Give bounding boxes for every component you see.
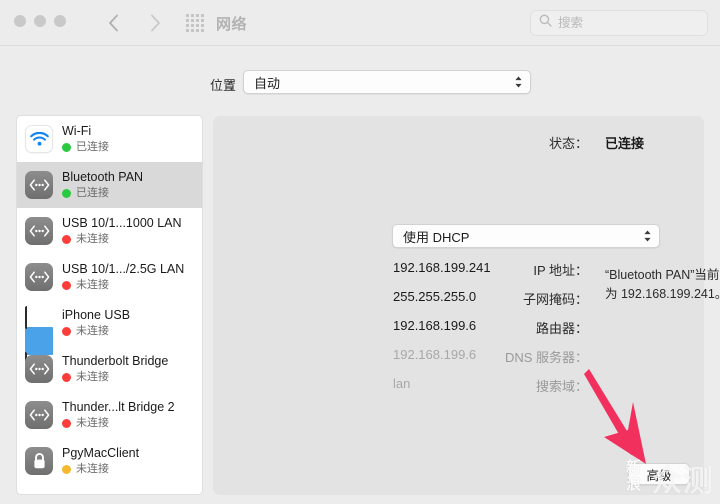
grid-icon-cell: [201, 19, 204, 22]
status-label: 未连接: [76, 325, 109, 337]
status-description: “Bluetooth PAN”当前处于活跃状态，其 IP 地址为 192.168…: [605, 268, 720, 301]
chevron-up-down-icon: [514, 76, 523, 89]
grid-icon-cell: [201, 29, 204, 32]
chevron-left-icon: [108, 14, 119, 32]
grid-icon-cell: [201, 24, 204, 27]
status-badge: 未连接: [62, 370, 168, 384]
sidebar-item-iphone-usb[interactable]: iPhone USB 未连接: [17, 300, 202, 375]
location-dropdown[interactable]: 自动: [243, 70, 531, 94]
location-row: 位置 ： 自动: [0, 70, 720, 98]
window-title: 网络: [216, 16, 248, 33]
status-dot-icon: [62, 280, 71, 290]
lock-icon: [25, 447, 53, 475]
minimize-button[interactable]: [34, 15, 46, 27]
interface-detail-panel: 状态： 已连接 “Bluetooth PAN”当前处于活跃状态，其 IP 地址为…: [213, 116, 720, 495]
grid-icon-cell: [196, 19, 199, 22]
search-field[interactable]: [530, 10, 708, 36]
chevron-right-icon: [150, 14, 161, 32]
grid-icon-cell: [196, 24, 199, 27]
sidebar-item-label: Wi-Fi: [62, 124, 92, 138]
ethernet-icon: [25, 263, 53, 291]
detail-row-label: 搜索域：: [535, 379, 588, 394]
sidebar-item-label: USB 10/1.../2.5G LAN: [62, 262, 185, 276]
status-badge: 已连接: [62, 140, 109, 154]
status-dot-icon: [62, 326, 71, 336]
sidebar-item-label: Bluetooth PAN: [62, 170, 144, 184]
show-all-button[interactable]: [186, 14, 206, 32]
status-badge: 未连接: [62, 278, 184, 292]
status-dot-icon: [62, 418, 71, 428]
detail-row-value: 192.168.199.6: [393, 318, 477, 333]
sidebar-item-label: iPhone USB: [62, 308, 131, 322]
status-badge: 未连接: [62, 416, 175, 430]
grid-icon-cell: [196, 29, 199, 32]
status-badge: 未连接: [62, 324, 130, 338]
grid-icon-cell: [186, 14, 189, 17]
search-input[interactable]: [558, 11, 699, 35]
detail-row-value: 255.255.255.0: [393, 289, 477, 304]
traffic-light-buttons: [14, 15, 66, 27]
status-label: 状态：: [548, 136, 588, 151]
grid-icon-cell: [186, 19, 189, 22]
ipv4-config-dropdown[interactable]: 使用 DHCP: [392, 224, 660, 248]
sidebar-item-wi-fi[interactable]: Wi-Fi 已连接: [17, 116, 202, 162]
detail-row-value: 192.168.199.241: [393, 260, 491, 275]
sidebar-item-label: Thunderbolt Bridge: [62, 354, 169, 368]
status-dot-icon: [62, 142, 71, 152]
status-value: 已连接: [605, 136, 645, 151]
ethernet-icon: [25, 217, 53, 245]
chevron-up-down-icon: [643, 230, 652, 243]
grid-icon-cell: [196, 14, 199, 17]
search-icon: [539, 14, 558, 32]
forward-button[interactable]: [142, 9, 168, 37]
status-badge: 已连接: [62, 186, 143, 200]
grid-icon-cell: [191, 14, 194, 17]
wifi-icon: [25, 125, 53, 153]
sidebar-item-usb-10-1-2-5g-lan[interactable]: USB 10/1.../2.5G LAN 未连接: [17, 254, 202, 300]
sidebar-item-usb-10-1-1000-lan[interactable]: USB 10/1...1000 LAN 未连接: [17, 208, 202, 254]
status-dot-icon: [62, 188, 71, 198]
grid-icon-cell: [186, 24, 189, 27]
status-badge: 未连接: [62, 232, 182, 246]
sidebar-item-bluetooth-pan[interactable]: Bluetooth PAN 已连接: [17, 162, 202, 208]
sidebar-item-label: USB 10/1...1000 LAN: [62, 216, 182, 230]
network-interface-list[interactable]: Wi-Fi 已连接 Bluetooth PAN 已连接 USB 10/1...1000 …: [16, 115, 203, 495]
sidebar-item-thunder-lt-bridge-2[interactable]: Thunder...lt Bridge 2 未连接: [17, 392, 202, 438]
sidebar-item-thunderbolt-bridge[interactable]: Thunderbolt Bridge 未连接: [17, 346, 202, 392]
grid-icon-cell: [186, 29, 189, 32]
ethernet-icon: [25, 355, 53, 383]
location-label-colon: ：: [228, 78, 242, 93]
status-dot-icon: [62, 372, 71, 382]
location-dropdown-value: 自动: [254, 75, 281, 91]
grid-icon-cell: [191, 19, 194, 22]
close-button[interactable]: [14, 15, 26, 27]
window-titlebar: 网络: [0, 0, 720, 46]
iphone-icon: [25, 306, 53, 375]
grid-icon-cell: [201, 14, 204, 17]
sidebar-item-label: PgyMacClient: [62, 446, 140, 460]
ethernet-icon: [25, 171, 53, 199]
status-label: 未连接: [76, 463, 109, 475]
detail-row-value: lan: [393, 376, 411, 391]
detail-row-value: 192.168.199.6: [393, 347, 477, 362]
status-badge: 未连接: [62, 462, 139, 476]
status-label: 已连接: [76, 141, 109, 153]
status-label: 未连接: [76, 371, 109, 383]
advanced-button[interactable]: 高级: [628, 463, 690, 485]
status-dot-icon: [62, 234, 71, 244]
status-label: 未连接: [76, 233, 109, 245]
sidebar-item-pgymacclient[interactable]: PgyMacClient 未连接: [17, 438, 202, 484]
ipv4-config-value: 使用 DHCP: [403, 229, 470, 245]
grid-icon-cell: [191, 29, 194, 32]
status-label: 未连接: [76, 417, 109, 429]
sidebar-item-label: Thunder...lt Bridge 2: [62, 400, 175, 414]
grid-icon-cell: [191, 24, 194, 27]
back-button[interactable]: [100, 9, 126, 37]
status-label: 已连接: [76, 187, 109, 199]
status-dot-icon: [62, 464, 71, 474]
ethernet-icon: [25, 401, 53, 429]
zoom-button[interactable]: [54, 15, 66, 27]
status-label: 未连接: [76, 279, 109, 291]
